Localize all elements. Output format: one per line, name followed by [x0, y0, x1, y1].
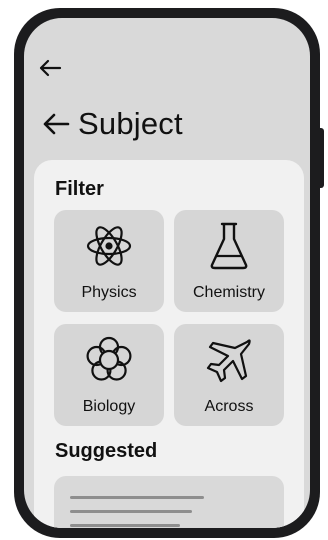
title-back-button[interactable] — [42, 109, 72, 139]
airplane-icon — [206, 339, 251, 383]
flask-icon — [210, 222, 248, 270]
flower-icon — [86, 336, 132, 381]
filter-tile-across[interactable]: Across — [174, 324, 284, 426]
arrow-left-icon — [43, 113, 70, 135]
tile-label: Physics — [81, 284, 137, 301]
phone-frame: Subject Filter Physics Chemistry Biology… — [14, 8, 324, 538]
tile-label: Chemistry — [192, 284, 265, 301]
suggested-heading: Suggested — [55, 440, 158, 462]
filter-tile-chemistry[interactable]: Chemistry — [174, 210, 284, 312]
title-row: Subject — [42, 102, 183, 146]
arrow-left-icon — [39, 59, 62, 77]
screen: Subject Filter Physics Chemistry Biology… — [24, 18, 310, 528]
filter-tile-biology[interactable]: Biology — [54, 324, 164, 426]
atom-icon — [86, 226, 132, 266]
side-button — [320, 128, 324, 188]
content-card: Filter Physics Chemistry Biology Across … — [34, 160, 304, 528]
placeholder-line — [70, 524, 180, 527]
suggested-item[interactable] — [54, 476, 284, 528]
page-title: Subject — [78, 106, 183, 141]
tile-label: Across — [204, 398, 254, 415]
filter-tile-physics[interactable]: Physics — [54, 210, 164, 312]
tile-label: Biology — [82, 398, 136, 415]
top-back-button[interactable] — [38, 56, 66, 80]
placeholder-line — [70, 496, 204, 499]
placeholder-line — [70, 510, 192, 513]
filter-heading: Filter — [55, 178, 104, 200]
